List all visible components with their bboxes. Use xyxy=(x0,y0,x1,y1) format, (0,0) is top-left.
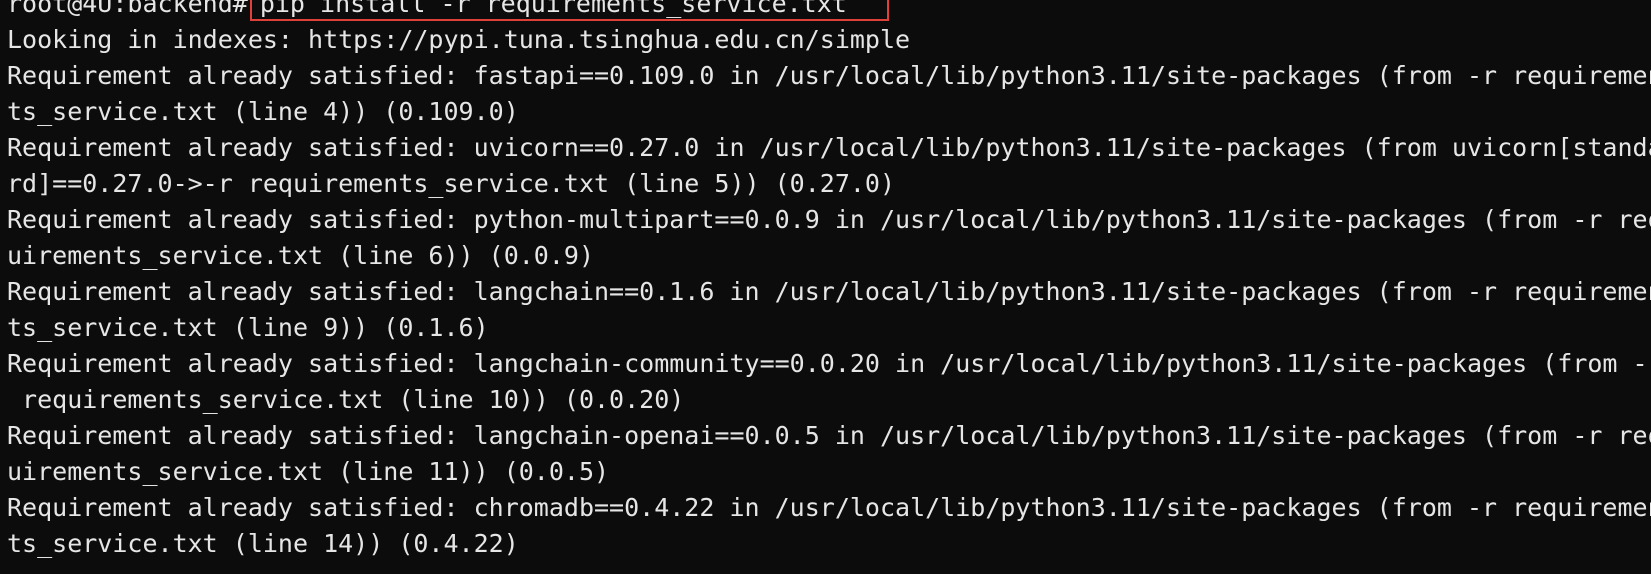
output-line: Requirement already satisfied: langchain… xyxy=(7,349,1651,378)
output-line: ts_service.txt (line 9)) (0.1.6) xyxy=(7,313,489,342)
output-line: Requirement already satisfied: chromadb=… xyxy=(7,493,1651,522)
terminal-window[interactable]: root@4U:backend# pip install -r requireme… xyxy=(0,0,1651,574)
output-line: Requirement already satisfied: uvicorn==… xyxy=(7,133,1651,162)
output-line: Requirement already satisfied: fastapi==… xyxy=(7,61,1651,90)
output-line: Requirement already satisfied: python-mu… xyxy=(7,205,1651,234)
highlighted-command: pip install -r requirements_service.txt xyxy=(249,0,889,21)
terminal-output: root@4U:backend# pip install -r requireme… xyxy=(7,0,1651,562)
output-line: requirements_service.txt (line 10)) (0.0… xyxy=(7,385,685,414)
output-line: ts_service.txt (line 4)) (0.109.0) xyxy=(7,97,519,126)
output-line: Requirement already satisfied: langchain… xyxy=(7,421,1651,450)
output-line: uirements_service.txt (line 11)) (0.0.5) xyxy=(7,457,610,486)
output-line: Requirement already satisfied: langchain… xyxy=(7,277,1651,306)
output-line: uirements_service.txt (line 6)) (0.0.9) xyxy=(7,241,594,270)
output-line: rd]==0.27.0->-r requirements_service.txt… xyxy=(7,169,896,198)
shell-prompt: root@4U:backend# xyxy=(7,0,248,18)
output-line: Looking in indexes: https://pypi.tuna.ts… xyxy=(7,25,911,54)
output-line: ts_service.txt (line 14)) (0.4.22) xyxy=(7,529,519,558)
command-line: root@4U:backend# pip install -r requireme… xyxy=(7,0,1651,22)
